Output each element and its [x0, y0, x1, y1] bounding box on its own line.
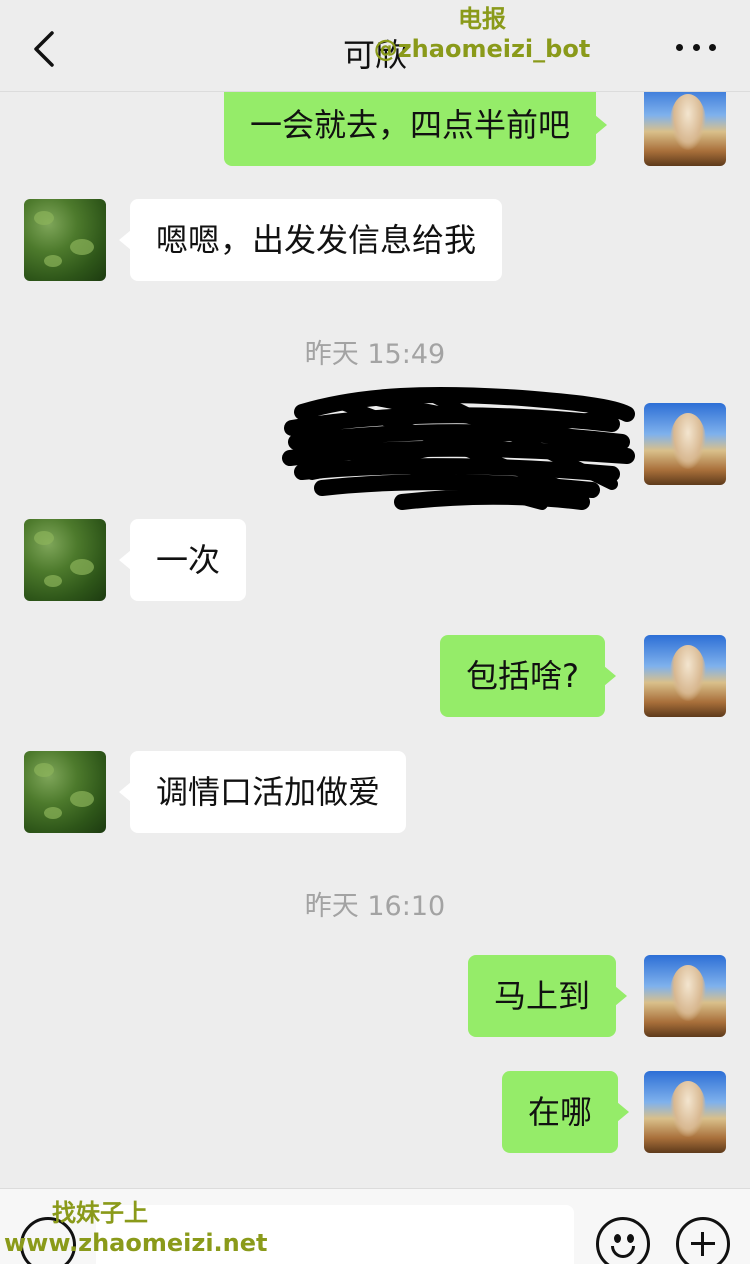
message-bubble-self[interactable]: 一会就去，四点半前吧 — [224, 84, 608, 166]
watermark-top-line2: @zhaomeizi_bot — [373, 35, 591, 63]
self-avatar[interactable] — [644, 403, 726, 485]
plus-icon[interactable] — [676, 1217, 730, 1264]
contact-avatar[interactable] — [24, 751, 106, 833]
message-bubble-self[interactable]: 在哪 — [502, 1071, 630, 1153]
message-bubble-other[interactable]: 调情口活加做爱 — [118, 751, 407, 833]
message-bubble-other[interactable]: 一次 — [118, 519, 247, 601]
self-avatar[interactable] — [644, 955, 726, 1037]
watermark-bottom-line2: www.zhaomeizi.net — [4, 1229, 268, 1257]
watermark-bottom: 找妹子上 www.zhaomeizi.net — [0, 1198, 268, 1258]
self-avatar[interactable] — [644, 635, 726, 717]
self-avatar[interactable] — [644, 1071, 726, 1153]
contact-avatar[interactable] — [24, 199, 106, 281]
more-horizontal-icon[interactable] — [676, 40, 716, 54]
emoji-icon[interactable] — [596, 1217, 650, 1264]
message-bubble-other[interactable]: 嗯嗯，出发发信息给我 — [118, 199, 503, 281]
watermark-top-line1: 电报 — [458, 5, 506, 33]
self-avatar[interactable] — [644, 84, 726, 166]
watermark-top: 电报 @zhaomeizi_bot — [372, 4, 592, 64]
watermark-bottom-line1: 找妹子上 — [52, 1199, 148, 1227]
message-bubble-self[interactable]: 包括啥? — [440, 635, 616, 717]
timestamp: 昨天 15:49 — [304, 339, 446, 370]
timestamp: 昨天 16:10 — [304, 891, 446, 922]
contact-avatar[interactable] — [24, 519, 106, 601]
message-bubble-self[interactable]: 马上到 — [468, 955, 628, 1037]
redacted-message-scribble — [282, 386, 635, 510]
